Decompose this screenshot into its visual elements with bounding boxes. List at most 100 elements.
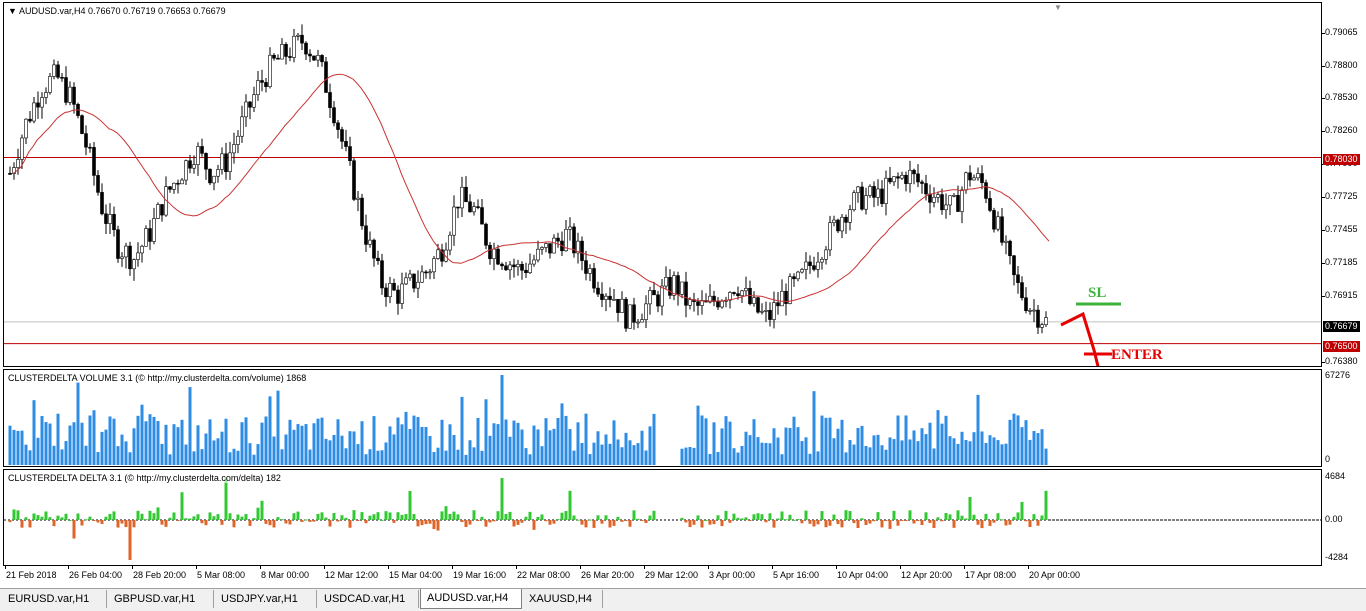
chart-tab[interactable]: USDJPY.var,H1: [215, 590, 317, 608]
delta-bar: [368, 515, 372, 520]
volume-bar: [740, 446, 744, 465]
candle-body: [1016, 274, 1020, 283]
volume-bar: [752, 419, 756, 465]
time-tick-label: 17 Apr 08:00: [965, 570, 1017, 580]
candle-body: [388, 283, 392, 298]
time-tick-mark: [836, 566, 837, 569]
candle-body: [744, 287, 748, 292]
volume-bar: [712, 422, 716, 465]
delta-bar: [456, 514, 460, 520]
volume-bar: [564, 415, 568, 465]
candle-body: [1024, 297, 1028, 311]
candle-body: [128, 245, 132, 270]
delta-bar: [992, 520, 996, 523]
delta-bar: [964, 518, 968, 520]
volume-indicator-pane[interactable]: CLUSTERDELTA VOLUME 3.1 (© http://my.clu…: [3, 369, 1322, 467]
chart-tab[interactable]: USDCAD.var,H1: [318, 590, 419, 608]
candle-body: [216, 169, 220, 177]
volume-bar: [624, 432, 628, 465]
time-tick-label: 19 Mar 16:00: [453, 570, 507, 580]
delta-bar: [708, 520, 712, 525]
delta-bar: [68, 519, 72, 521]
candle-body: [204, 153, 208, 170]
volume-bar: [776, 437, 780, 465]
volume-bar: [332, 434, 336, 465]
candle-body: [848, 209, 852, 223]
chart-tab[interactable]: EURUSD.var,H1: [2, 590, 107, 608]
volume-bar: [180, 419, 184, 465]
time-tick-label: 22 Mar 08:00: [517, 570, 571, 580]
volume-bar: [688, 446, 692, 465]
candle-body: [1036, 309, 1040, 328]
delta-bar: [352, 510, 356, 520]
delta-bar: [560, 512, 564, 520]
delta-bar: [72, 520, 76, 539]
candle-body: [384, 287, 388, 298]
time-tick-label: 15 Mar 04:00: [389, 570, 443, 580]
candle-body: [900, 174, 904, 179]
delta-bar: [8, 520, 12, 523]
delta-axis-max: 4684: [1325, 471, 1346, 481]
delta-bar: [488, 520, 492, 523]
delta-bar: [756, 513, 760, 520]
candle-body: [348, 146, 352, 161]
delta-bar: [900, 520, 904, 521]
chart-menu-arrow-icon[interactable]: ▼: [8, 6, 17, 16]
volume-bar: [28, 450, 32, 465]
volume-bar: [908, 439, 912, 465]
candle-body: [728, 292, 732, 301]
delta-bar: [524, 516, 528, 520]
time-tick-label: 26 Mar 20:00: [581, 570, 635, 580]
volume-bar: [592, 442, 596, 465]
volume-bar: [548, 430, 552, 465]
volume-bar: [420, 426, 424, 465]
candle-body: [508, 264, 512, 271]
volume-bar: [124, 441, 128, 465]
delta-bar: [1004, 520, 1008, 526]
delta-bar: [24, 517, 28, 520]
delta-bar: [184, 518, 188, 520]
volume-bar: [628, 440, 632, 465]
delta-bar: [176, 520, 180, 521]
delta-bar: [200, 520, 204, 524]
delta-axis: 4684 0.00 -4284: [1322, 469, 1366, 566]
candle-body: [228, 152, 232, 173]
volume-bar: [300, 425, 304, 465]
delta-bar: [840, 520, 844, 528]
chart-tab[interactable]: AUDUSD.var,H4: [420, 589, 522, 609]
volume-bar: [896, 415, 900, 465]
delta-bar: [1012, 516, 1016, 520]
chart-tab[interactable]: XAUUSD,H4: [523, 590, 603, 608]
candle-body: [964, 172, 968, 191]
volume-bar: [612, 420, 616, 465]
time-tick-label: 12 Apr 20:00: [901, 570, 953, 580]
candle-body: [428, 271, 432, 274]
candle-body: [148, 228, 152, 242]
price-chart-pane[interactable]: ▼ AUDUSD.var,H4 0.76670 0.76719 0.76653 …: [3, 2, 1322, 367]
candle-body: [776, 302, 780, 307]
candle-body: [960, 189, 964, 212]
price-axis: 0.790650.788000.785300.782600.779900.777…: [1322, 2, 1366, 367]
volume-bar: [988, 435, 992, 465]
volume-bar: [8, 425, 12, 465]
volume-bar: [392, 434, 396, 465]
chart-tab[interactable]: GBPUSD.var,H1: [108, 590, 214, 608]
chart-shift-marker-icon[interactable]: ▼: [1054, 3, 1062, 12]
time-tick-mark: [260, 566, 261, 569]
volume-bar: [732, 448, 736, 465]
delta-bar: [444, 506, 448, 520]
delta-indicator-pane[interactable]: CLUSTERDELTA DELTA 3.1 (© http://my.clus…: [3, 469, 1322, 566]
candle-body: [820, 259, 824, 263]
delta-bar: [980, 520, 984, 529]
volume-bar: [556, 417, 560, 465]
delta-bar: [380, 519, 384, 521]
volume-bar: [400, 424, 404, 465]
candle-body: [324, 61, 328, 93]
candle-body: [1028, 310, 1032, 312]
volume-bar: [176, 427, 180, 465]
candle-body: [512, 264, 516, 268]
candle-body: [36, 102, 40, 108]
candle-body: [100, 192, 104, 215]
delta-bar: [768, 513, 772, 520]
candle-body: [316, 55, 320, 61]
